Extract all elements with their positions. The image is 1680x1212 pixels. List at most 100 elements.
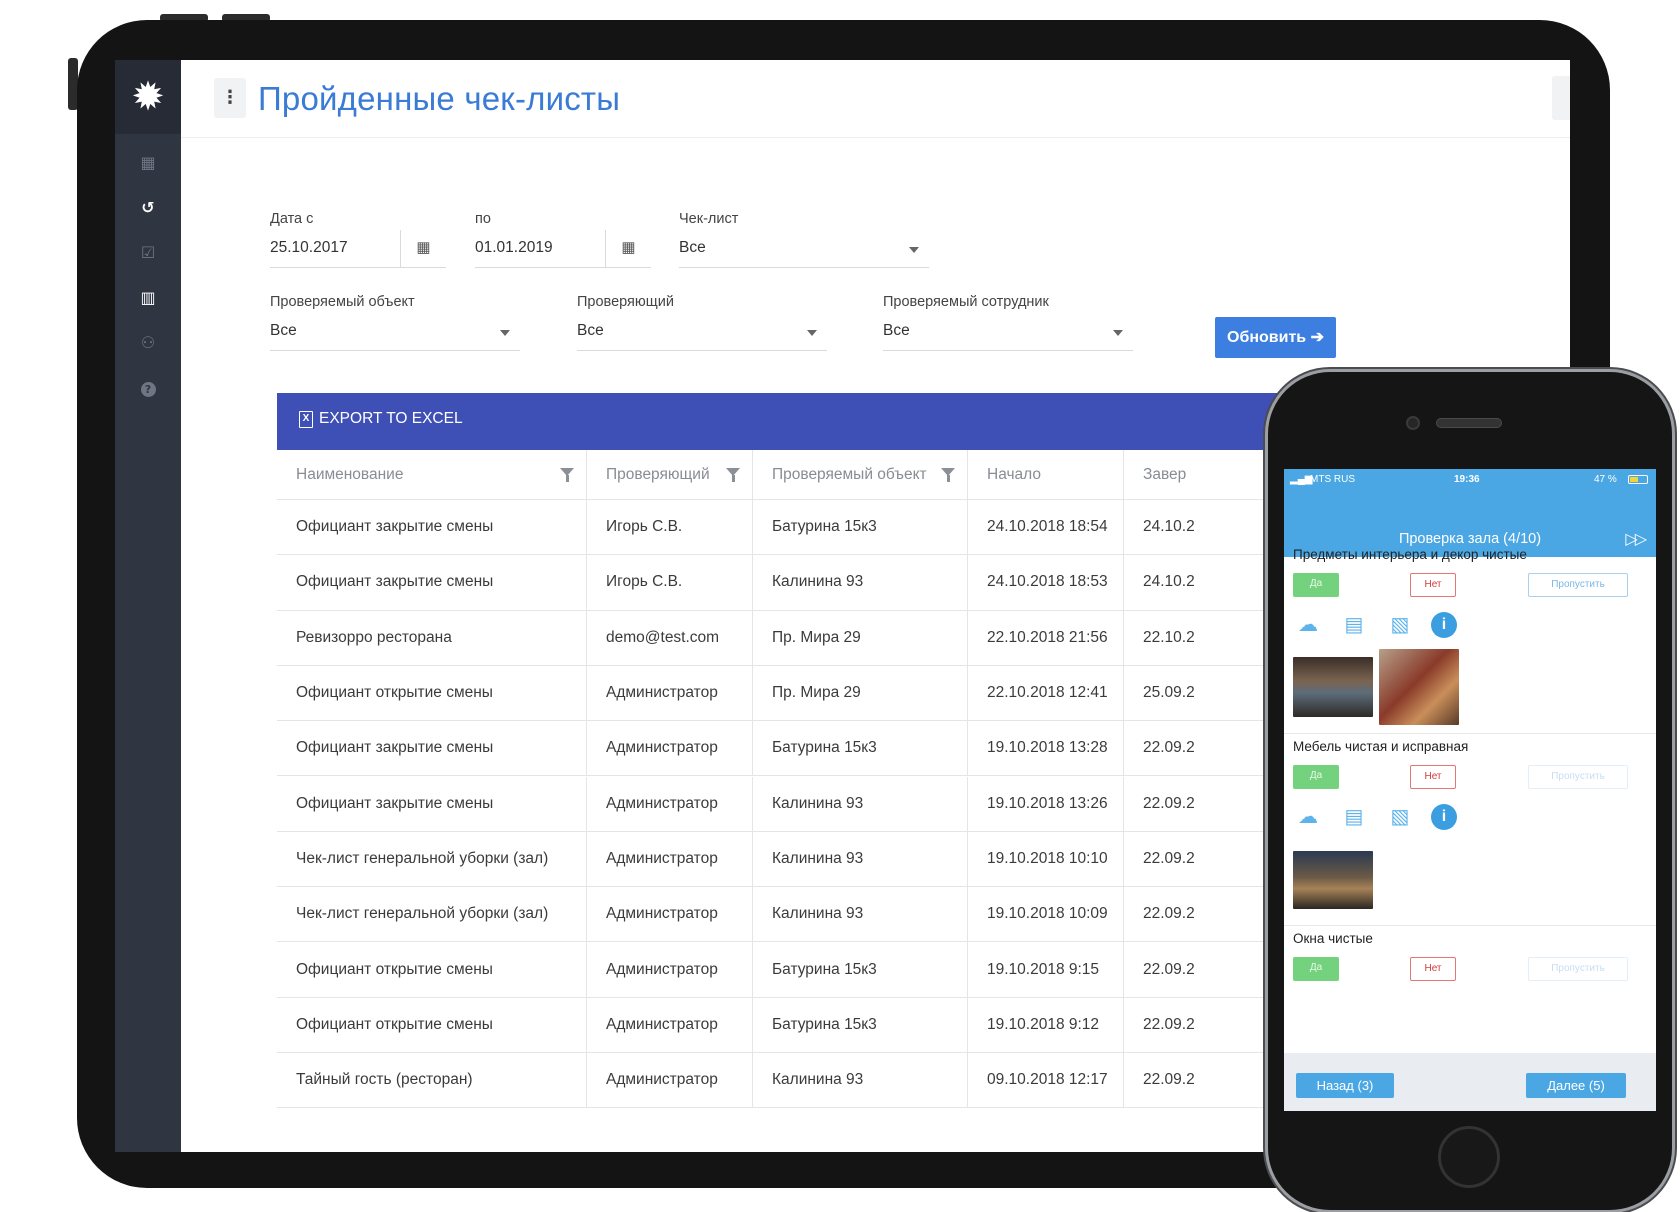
cell-name: Официант открытие смены xyxy=(277,665,587,721)
cell-inspector: Игорь С.В. xyxy=(587,500,753,555)
cell-start: 24.10.2018 18:53 xyxy=(968,555,1124,610)
help-glyph: ? xyxy=(140,382,156,397)
cell-object: Калинина 93 xyxy=(753,831,968,887)
column-header-start[interactable]: Начало xyxy=(968,450,1124,499)
info-icon[interactable]: i xyxy=(1431,804,1457,830)
inspector-value: Все xyxy=(577,322,604,339)
photo-thumbnail[interactable] xyxy=(1293,657,1373,717)
refresh-button[interactable]: Обновить ➔ xyxy=(1215,317,1336,358)
column-header-name[interactable]: Наименование xyxy=(277,450,587,499)
cell-name: Официант закрытие смены xyxy=(277,776,587,831)
inspector-label: Проверяющий xyxy=(577,294,674,310)
next-button[interactable]: Далее (5) xyxy=(1526,1073,1626,1098)
logo-icon[interactable]: ✹ xyxy=(115,60,181,134)
export-excel-button[interactable]: X EXPORT TO EXCEL xyxy=(299,410,463,428)
dashboard-icon[interactable]: ▦ xyxy=(115,153,181,172)
filter-icon[interactable] xyxy=(941,468,955,482)
question-text: Предметы интерьера и декор чистые xyxy=(1293,547,1527,562)
no-button[interactable]: Нет xyxy=(1410,573,1456,597)
carrier-label: MTS RUS xyxy=(1310,474,1355,485)
cell-start: 19.10.2018 9:12 xyxy=(968,997,1124,1052)
skip-forward-icon[interactable]: ▷▷ xyxy=(1625,529,1647,549)
history-icon[interactable]: ↺ xyxy=(115,198,181,217)
cell-start: 24.10.2018 18:54 xyxy=(968,500,1124,555)
checklist-label: Чек-лист xyxy=(679,211,739,227)
divider xyxy=(1284,733,1656,734)
yes-button[interactable]: Да xyxy=(1293,573,1339,597)
sidebar: ✹ ▦ ↺ ☑ ▥ ⚇ ? xyxy=(115,60,181,1152)
date-from-value: 25.10.2017 xyxy=(270,239,348,256)
chevron-down-icon xyxy=(807,330,817,336)
info-icon[interactable]: i xyxy=(1431,612,1457,638)
document-add-icon[interactable]: ▧ xyxy=(1385,803,1415,831)
back-button[interactable]: Назад (3) xyxy=(1296,1073,1394,1098)
cell-start: 19.10.2018 10:10 xyxy=(968,831,1124,887)
status-bar: ▂▄▆ MTS RUS 19:36 47 % xyxy=(1284,469,1656,491)
battery-label: 47 % xyxy=(1594,474,1617,485)
cell-name: Чек-лист генеральной уборки (зал) xyxy=(277,831,587,887)
column-header-object[interactable]: Проверяемый объект xyxy=(753,450,968,499)
no-button[interactable]: Нет xyxy=(1410,957,1456,981)
question-text: Окна чистые xyxy=(1293,931,1373,946)
checklist-icon[interactable]: ☑ xyxy=(115,243,181,262)
chart-icon[interactable]: ▥ xyxy=(115,288,181,307)
inspector-select[interactable]: Все xyxy=(577,313,827,351)
users-icon[interactable]: ⚇ xyxy=(115,333,181,352)
camera-add-icon[interactable]: ☁ xyxy=(1293,611,1323,639)
yes-button[interactable]: Да xyxy=(1293,957,1339,981)
date-to-field[interactable]: 01.01.2019 ▦ xyxy=(475,230,651,268)
topbar-right-button[interactable] xyxy=(1552,76,1570,120)
excel-icon: X xyxy=(299,410,313,428)
cell-inspector: Администратор xyxy=(587,887,753,942)
cell-object: Калинина 93 xyxy=(753,887,968,942)
cell-inspector: Администратор xyxy=(587,1053,753,1108)
date-to-value: 01.01.2019 xyxy=(475,239,553,256)
object-value: Все xyxy=(270,322,297,339)
employee-select[interactable]: Все xyxy=(883,313,1133,351)
question-text: Мебель чистая и исправная xyxy=(1293,739,1469,754)
phone-speaker xyxy=(1436,418,1502,428)
object-select[interactable]: Все xyxy=(270,313,520,351)
comment-add-icon[interactable]: ▤ xyxy=(1339,803,1369,831)
cell-object: Калинина 93 xyxy=(753,555,968,610)
battery-fill xyxy=(1630,477,1638,482)
column-header-inspector[interactable]: Проверяющий xyxy=(587,450,753,499)
calendar-icon[interactable]: ▦ xyxy=(605,230,651,268)
calendar-icon[interactable]: ▦ xyxy=(400,230,446,268)
skip-button[interactable]: Пропустить xyxy=(1528,573,1628,597)
column-header-label: Проверяемый объект xyxy=(772,465,927,483)
date-from-field[interactable]: 25.10.2017 ▦ xyxy=(270,230,446,268)
skip-button[interactable]: Пропустить xyxy=(1528,957,1628,981)
employee-label: Проверяемый сотрудник xyxy=(883,294,1049,310)
cell-start: 22.10.2018 21:56 xyxy=(968,610,1124,665)
document-add-icon[interactable]: ▧ xyxy=(1385,611,1415,639)
cell-start: 09.10.2018 12:17 xyxy=(968,1053,1124,1108)
photo-thumbnail[interactable] xyxy=(1293,851,1373,909)
phone-frame: ▂▄▆ MTS RUS 19:36 47 % Проверка зала (4/… xyxy=(1268,372,1672,1210)
cell-object: Пр. Мира 29 xyxy=(753,610,968,665)
filter-icon[interactable] xyxy=(560,468,574,482)
kebab-menu-icon[interactable]: ⋮ xyxy=(214,78,246,118)
status-time: 19:36 xyxy=(1454,474,1480,485)
cell-object: Батурина 15к3 xyxy=(753,500,968,555)
photo-thumbnail[interactable] xyxy=(1379,649,1459,725)
mockup-stage: ✹ ▦ ↺ ☑ ▥ ⚇ ? ⋮ Пройденные чек-листы Дат… xyxy=(0,0,1680,1212)
question-tools: ☁ ▤ ▧ i xyxy=(1293,611,1457,639)
no-button[interactable]: Нет xyxy=(1410,765,1456,789)
comment-add-icon[interactable]: ▤ xyxy=(1339,611,1369,639)
column-header-label: Проверяющий xyxy=(606,465,710,483)
filter-icon[interactable] xyxy=(726,468,740,482)
cell-object: Калинина 93 xyxy=(753,1053,968,1108)
cell-inspector: Администратор xyxy=(587,942,753,997)
help-icon[interactable]: ? xyxy=(115,378,181,397)
skip-button[interactable]: Пропустить xyxy=(1528,765,1628,789)
chevron-down-icon xyxy=(909,247,919,253)
checklist-select[interactable]: Все xyxy=(679,230,929,268)
cell-name: Тайный гость (ресторан) xyxy=(277,1053,587,1108)
yes-button[interactable]: Да xyxy=(1293,765,1339,789)
cell-object: Батурина 15к3 xyxy=(753,997,968,1052)
checklist-value: Все xyxy=(679,239,706,256)
home-button[interactable] xyxy=(1438,1126,1500,1188)
camera-add-icon[interactable]: ☁ xyxy=(1293,803,1323,831)
cell-inspector: Администратор xyxy=(587,721,753,776)
